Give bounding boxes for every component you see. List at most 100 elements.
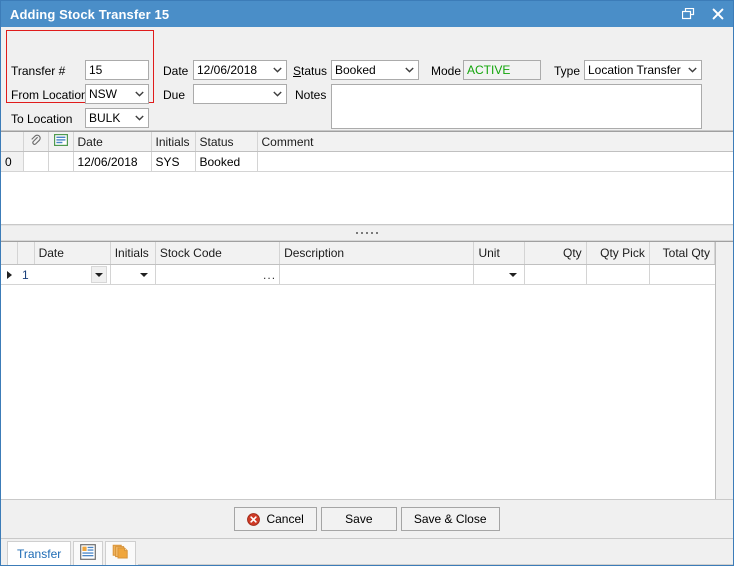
tab-details[interactable] bbox=[73, 541, 104, 565]
lines-cell-description[interactable] bbox=[279, 264, 475, 285]
table-row[interactable]: 0 12/06/2018 SYS Booked bbox=[1, 151, 733, 172]
lines-row-number-value: 1 bbox=[22, 267, 29, 282]
lines-col-total-qty[interactable]: Total Qty bbox=[649, 242, 715, 265]
to-location-label: To Location bbox=[11, 112, 73, 126]
lines-col-marker bbox=[1, 242, 18, 265]
date-label: Date bbox=[163, 64, 189, 78]
lines-cell-total-qty[interactable] bbox=[649, 264, 715, 285]
note-icon bbox=[53, 134, 68, 149]
transfer-number-input[interactable]: 15 bbox=[85, 60, 149, 80]
lines-cell-qty[interactable] bbox=[524, 264, 587, 285]
status-label-rest: tatus bbox=[301, 64, 328, 78]
history-row-number: 0 bbox=[1, 151, 24, 172]
cancel-button[interactable]: Cancel bbox=[234, 507, 317, 531]
chevron-down-icon bbox=[401, 61, 418, 79]
splitter-grip-icon bbox=[356, 232, 378, 234]
unit-dropdown-button[interactable] bbox=[505, 266, 521, 283]
lines-header-row: Date Initials Stock Code Description Uni… bbox=[1, 242, 715, 265]
tab-strip-filler bbox=[138, 541, 733, 565]
history-col-date[interactable]: Date bbox=[73, 132, 152, 152]
history-row-date[interactable]: 12/06/2018 bbox=[73, 151, 152, 172]
due-label: Due bbox=[163, 88, 186, 102]
lines-cell-stock-code[interactable]: ... bbox=[155, 264, 281, 285]
chevron-down-icon bbox=[131, 109, 148, 127]
lines-cell-qty-pick[interactable] bbox=[586, 264, 650, 285]
tab-copies[interactable] bbox=[105, 541, 137, 565]
tab-transfer-label: Transfer bbox=[17, 546, 62, 561]
lines-cell-unit[interactable] bbox=[473, 264, 525, 285]
save-and-close-button[interactable]: Save & Close bbox=[400, 507, 500, 531]
type-value: Location Transfer bbox=[588, 63, 681, 77]
current-row-indicator-icon bbox=[4, 265, 14, 284]
tab-transfer[interactable]: Transfer bbox=[7, 541, 72, 565]
lines-col-date[interactable]: Date bbox=[34, 242, 111, 265]
history-header-row: Date Initials Status Comment bbox=[1, 132, 733, 152]
close-window-button[interactable] bbox=[703, 1, 733, 27]
lines-col-qty-pick[interactable]: Qty Pick bbox=[586, 242, 650, 265]
window-title: Adding Stock Transfer 15 bbox=[10, 6, 170, 22]
history-col-status[interactable]: Status bbox=[195, 132, 258, 152]
attachment-icon bbox=[30, 134, 41, 150]
to-location-select[interactable]: BULK bbox=[85, 108, 149, 128]
restore-icon bbox=[681, 8, 695, 20]
transfer-number-label: Transfer # bbox=[11, 64, 66, 78]
history-col-note[interactable] bbox=[48, 132, 74, 152]
bottom-tab-strip: Transfer bbox=[1, 538, 733, 565]
history-row-status[interactable]: Booked bbox=[195, 151, 258, 172]
chevron-down-icon bbox=[684, 61, 701, 79]
history-grid[interactable]: Date Initials Status Comment 0 12/06/201… bbox=[1, 131, 733, 225]
lines-col-description[interactable]: Description bbox=[279, 242, 475, 265]
history-row-attachment[interactable] bbox=[23, 151, 49, 172]
grid-splitter[interactable] bbox=[1, 225, 733, 241]
status-label: Status bbox=[293, 64, 327, 78]
history-row-initials[interactable]: SYS bbox=[151, 151, 196, 172]
mode-label: Mode bbox=[431, 64, 462, 78]
window-controls bbox=[673, 1, 733, 27]
date-value: 12/06/2018 bbox=[197, 63, 258, 77]
lines-cell-date[interactable] bbox=[34, 264, 111, 285]
lines-col-qty[interactable]: Qty bbox=[524, 242, 587, 265]
save-button[interactable]: Save bbox=[320, 507, 397, 531]
cancel-button-label: Cancel bbox=[266, 512, 304, 526]
status-value: Booked bbox=[335, 63, 376, 77]
table-row[interactable]: 1 ... bbox=[1, 264, 715, 285]
history-col-initials[interactable]: Initials bbox=[151, 132, 196, 152]
close-icon bbox=[712, 8, 724, 20]
lines-row-marker bbox=[1, 264, 18, 285]
status-select[interactable]: Booked bbox=[331, 60, 419, 80]
notes-label: Notes bbox=[295, 88, 327, 102]
stock-transfer-window: Adding Stock Transfer 15 Transfer # 15 F… bbox=[0, 0, 734, 566]
type-select[interactable]: Location Transfer bbox=[584, 60, 702, 80]
lines-row-number: 1 bbox=[17, 264, 35, 285]
restore-window-button[interactable] bbox=[673, 1, 703, 27]
mode-value: ACTIVE bbox=[463, 60, 541, 80]
lines-col-initials[interactable]: Initials bbox=[110, 242, 156, 265]
stock-code-lookup-button[interactable]: ... bbox=[263, 268, 276, 282]
form-document-icon bbox=[80, 544, 97, 563]
to-location-value: BULK bbox=[89, 111, 121, 125]
save-button-label: Save bbox=[345, 512, 373, 526]
date-picker[interactable]: 12/06/2018 bbox=[193, 60, 287, 80]
initials-dropdown-button[interactable] bbox=[136, 266, 152, 283]
save-and-close-button-label: Save & Close bbox=[413, 512, 487, 526]
history-row-comment[interactable] bbox=[257, 151, 733, 172]
history-col-attachment[interactable] bbox=[23, 132, 49, 152]
chevron-down-icon bbox=[269, 85, 286, 103]
due-picker[interactable] bbox=[193, 84, 287, 104]
title-bar: Adding Stock Transfer 15 bbox=[1, 1, 733, 27]
from-location-select[interactable]: NSW bbox=[85, 84, 149, 104]
date-dropdown-button[interactable] bbox=[90, 266, 107, 283]
transfer-lines-viewport: Date Initials Stock Code Description Uni… bbox=[1, 242, 716, 499]
history-table: Date Initials Status Comment 0 12/06/201… bbox=[1, 132, 733, 172]
lines-col-stock-code[interactable]: Stock Code bbox=[155, 242, 281, 265]
lines-cell-initials[interactable] bbox=[110, 264, 156, 285]
transfer-lines-grid[interactable]: Date Initials Stock Code Description Uni… bbox=[1, 241, 733, 499]
from-location-label: From Location bbox=[11, 88, 88, 102]
notes-textarea[interactable] bbox=[331, 84, 702, 129]
chevron-down-icon bbox=[131, 85, 148, 103]
history-row-note[interactable] bbox=[48, 151, 74, 172]
lines-col-unit[interactable]: Unit bbox=[473, 242, 525, 265]
transfer-lines-table: Date Initials Stock Code Description Uni… bbox=[1, 242, 715, 285]
history-col-comment[interactable]: Comment bbox=[257, 132, 733, 152]
from-location-value: NSW bbox=[89, 87, 117, 101]
